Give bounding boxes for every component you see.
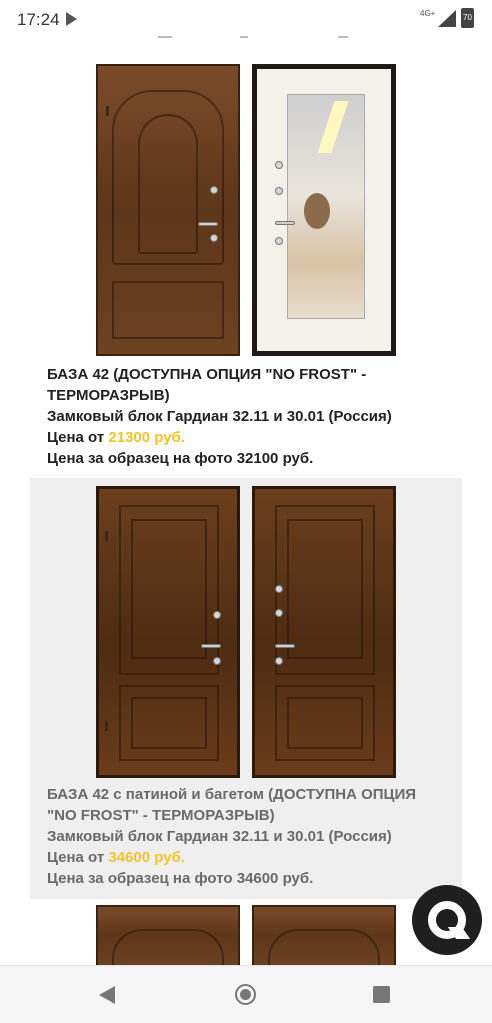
navigation-bar — [0, 965, 492, 1023]
recents-square-icon[interactable] — [373, 986, 390, 1003]
product-price-line: Цена от 34600 руб. — [47, 847, 447, 868]
lock-cylinder-icon — [210, 234, 218, 242]
price-prefix: Цена от — [47, 429, 109, 446]
product-description-2: БАЗА 42 с патиной и багетом (ДОСТУПНА ОП… — [47, 784, 447, 889]
chat-button[interactable] — [412, 885, 482, 955]
door-panel-bottom-inner — [287, 697, 363, 749]
lock-cylinder-icon — [275, 187, 283, 195]
signal-icon — [438, 10, 456, 27]
battery-icon: 70 — [461, 8, 474, 28]
scrolled-off-text — [0, 30, 492, 38]
back-triangle-icon[interactable] — [99, 986, 115, 1004]
product-description-1: БАЗА 42 (ДОСТУПНА ОПЦИЯ "NO FROST" - ТЕР… — [47, 364, 447, 469]
product-sample-price: Цена за образец на фото 34600 руб. — [47, 870, 314, 887]
lock-cylinder-icon — [210, 186, 218, 194]
product-lock: Замковый блок Гардиан 32.11 и 30.01 (Рос… — [47, 828, 392, 845]
door-handle-icon — [198, 222, 218, 226]
lock-cylinder-icon — [275, 609, 283, 617]
product-price-line: Цена от 21300 руб. — [47, 427, 447, 448]
door-photo-outer-3[interactable] — [96, 905, 240, 979]
home-circle-icon[interactable] — [235, 984, 256, 1005]
door-panel-bottom — [112, 281, 224, 339]
product-price: 21300 руб. — [108, 429, 185, 446]
door-photo-outer-2[interactable] — [96, 486, 240, 778]
door-photo-inner-2[interactable] — [252, 486, 396, 778]
play-store-icon — [66, 12, 77, 26]
door-panel-inner-arch — [138, 114, 198, 254]
product-name: БАЗА 42 с патиной и багетом (ДОСТУПНА ОП… — [47, 786, 417, 824]
door-panel-top-inner — [131, 519, 207, 659]
mirror-panel — [287, 94, 365, 319]
plant-reflection — [304, 193, 330, 229]
ceiling-light-reflection — [317, 101, 349, 153]
product-name: БАЗА 42 (ДОСТУПНА ОПЦИЯ "NO FROST" - ТЕР… — [47, 366, 367, 404]
product-price: 34600 руб. — [108, 849, 185, 866]
hinge-icon — [105, 531, 108, 541]
hinge-icon — [106, 106, 109, 116]
network-type: 4G+ — [420, 9, 436, 18]
door-handle-icon — [275, 644, 295, 648]
lock-cylinder-icon — [275, 657, 283, 665]
door-panel-top-inner — [287, 519, 363, 659]
hinge-icon — [105, 721, 108, 731]
door-panel-bottom-inner — [131, 697, 207, 749]
price-prefix: Цена от — [47, 849, 109, 866]
door-handle-icon — [201, 644, 221, 648]
door-photo-inner-3[interactable] — [252, 905, 396, 979]
lock-cylinder-icon — [275, 585, 283, 593]
lock-cylinder-icon — [275, 161, 283, 169]
lock-cylinder-icon — [275, 237, 283, 245]
lock-cylinder-icon — [213, 657, 221, 665]
lock-cylinder-icon — [213, 611, 221, 619]
product-sample-price: Цена за образец на фото 32100 руб. — [47, 450, 314, 467]
door-handle-icon — [275, 221, 295, 225]
status-time: 17:24 — [17, 10, 60, 29]
door-photo-outer-1[interactable] — [96, 64, 240, 356]
door-photo-inner-1[interactable] — [252, 64, 396, 356]
product-lock: Замковый блок Гардиан 32.11 и 30.01 (Рос… — [47, 408, 392, 425]
